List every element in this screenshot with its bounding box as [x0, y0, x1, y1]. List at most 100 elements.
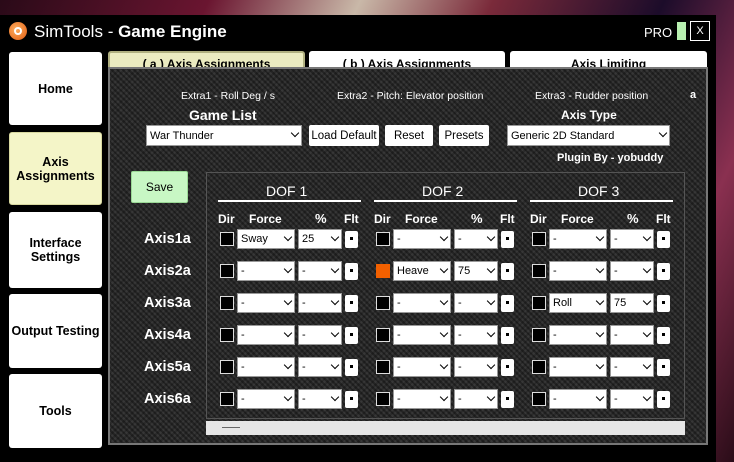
force-select[interactable]: -: [549, 261, 607, 281]
filter-button[interactable]: [657, 391, 670, 408]
force-select[interactable]: -: [393, 357, 451, 377]
filter-button[interactable]: [345, 391, 358, 408]
dir-checkbox[interactable]: [376, 360, 390, 374]
force-select[interactable]: Sway: [237, 229, 295, 249]
axis-label: Axis1a: [144, 231, 191, 247]
close-button[interactable]: X: [690, 21, 710, 41]
chevron-down-icon: [330, 328, 340, 338]
chevron-down-icon: [595, 392, 605, 402]
force-select[interactable]: Roll: [549, 293, 607, 313]
dir-header: Dir: [218, 212, 235, 226]
filter-button[interactable]: [657, 263, 670, 280]
dir-checkbox[interactable]: [532, 360, 546, 374]
force-select[interactable]: Heave: [393, 261, 451, 281]
percent-select[interactable]: -: [454, 229, 498, 249]
percent-select[interactable]: -: [454, 325, 498, 345]
filter-button[interactable]: [657, 231, 670, 248]
force-select[interactable]: -: [393, 325, 451, 345]
percent-select[interactable]: 75: [610, 293, 654, 313]
force-select[interactable]: -: [549, 389, 607, 409]
filter-button[interactable]: [345, 327, 358, 344]
dir-header: Dir: [374, 212, 391, 226]
dir-checkbox[interactable]: [220, 232, 234, 246]
dir-checkbox[interactable]: [220, 264, 234, 278]
force-select[interactable]: -: [393, 389, 451, 409]
force-select[interactable]: -: [393, 293, 451, 313]
dir-checkbox[interactable]: [532, 296, 546, 310]
filter-button[interactable]: [345, 231, 358, 248]
nav-tools[interactable]: Tools: [9, 374, 102, 448]
filter-button[interactable]: [345, 263, 358, 280]
dir-checkbox[interactable]: [220, 296, 234, 310]
percent-select[interactable]: -: [298, 293, 342, 313]
chevron-down-icon: [283, 232, 293, 242]
dir-checkbox[interactable]: [376, 296, 390, 310]
nav-interface-settings[interactable]: Interface Settings: [9, 212, 102, 288]
percent-select[interactable]: -: [298, 357, 342, 377]
extra1-label: Extra1 - Roll Deg / s: [181, 90, 275, 102]
filter-button[interactable]: [657, 327, 670, 344]
filter-button[interactable]: [501, 359, 514, 376]
dir-checkbox[interactable]: [376, 264, 390, 278]
dir-checkbox[interactable]: [532, 392, 546, 406]
force-select[interactable]: -: [393, 229, 451, 249]
load-default-button[interactable]: Load Default: [309, 125, 379, 146]
filter-button[interactable]: [501, 231, 514, 248]
force-select[interactable]: -: [237, 293, 295, 313]
filter-button[interactable]: [345, 359, 358, 376]
force-select[interactable]: -: [549, 357, 607, 377]
nav-home[interactable]: Home: [9, 52, 102, 125]
force-select[interactable]: -: [237, 325, 295, 345]
filter-button[interactable]: [501, 295, 514, 312]
percent-value: 75: [614, 297, 627, 309]
dir-checkbox[interactable]: [376, 232, 390, 246]
dir-checkbox[interactable]: [532, 232, 546, 246]
force-value: Roll: [553, 297, 572, 309]
filter-button[interactable]: [657, 359, 670, 376]
percent-select[interactable]: -: [454, 357, 498, 377]
dir-checkbox[interactable]: [376, 392, 390, 406]
force-select[interactable]: -: [237, 261, 295, 281]
dir-checkbox[interactable]: [220, 360, 234, 374]
percent-select[interactable]: -: [298, 261, 342, 281]
force-value: -: [241, 265, 245, 277]
reset-button[interactable]: Reset: [385, 125, 433, 146]
save-button[interactable]: Save: [131, 171, 188, 203]
filter-button[interactable]: [657, 295, 670, 312]
percent-select[interactable]: -: [610, 261, 654, 281]
filter-button[interactable]: [501, 327, 514, 344]
force-select[interactable]: -: [237, 389, 295, 409]
dir-checkbox[interactable]: [376, 328, 390, 342]
percent-select[interactable]: -: [610, 325, 654, 345]
percent-select[interactable]: -: [610, 357, 654, 377]
force-select[interactable]: -: [549, 325, 607, 345]
filter-button[interactable]: [501, 263, 514, 280]
force-select[interactable]: -: [549, 229, 607, 249]
percent-select[interactable]: -: [610, 389, 654, 409]
percent-select[interactable]: 75: [454, 261, 498, 281]
chevron-down-icon: [486, 392, 496, 402]
filter-button[interactable]: [345, 295, 358, 312]
dir-checkbox[interactable]: [532, 328, 546, 342]
dir-checkbox[interactable]: [220, 328, 234, 342]
axis-type-select[interactable]: Generic 2D Standard: [507, 125, 670, 146]
percent-select[interactable]: 25: [298, 229, 342, 249]
percent-select[interactable]: -: [298, 389, 342, 409]
percent-select[interactable]: -: [454, 293, 498, 313]
presets-button[interactable]: Presets: [439, 125, 489, 146]
dir-checkbox[interactable]: [532, 264, 546, 278]
percent-value: -: [614, 361, 618, 373]
horizontal-scrollbar[interactable]: [206, 421, 685, 435]
chevron-down-icon: [595, 232, 605, 242]
chevron-down-icon: [595, 264, 605, 274]
filter-button[interactable]: [501, 391, 514, 408]
nav-output-testing[interactable]: Output Testing: [9, 294, 102, 368]
percent-select[interactable]: -: [610, 229, 654, 249]
dir-checkbox[interactable]: [220, 392, 234, 406]
chevron-down-icon: [486, 232, 496, 242]
percent-select[interactable]: -: [298, 325, 342, 345]
game-list-select[interactable]: War Thunder: [146, 125, 302, 146]
force-select[interactable]: -: [237, 357, 295, 377]
percent-select[interactable]: -: [454, 389, 498, 409]
nav-axis-assignments[interactable]: Axis Assignments: [9, 132, 102, 205]
